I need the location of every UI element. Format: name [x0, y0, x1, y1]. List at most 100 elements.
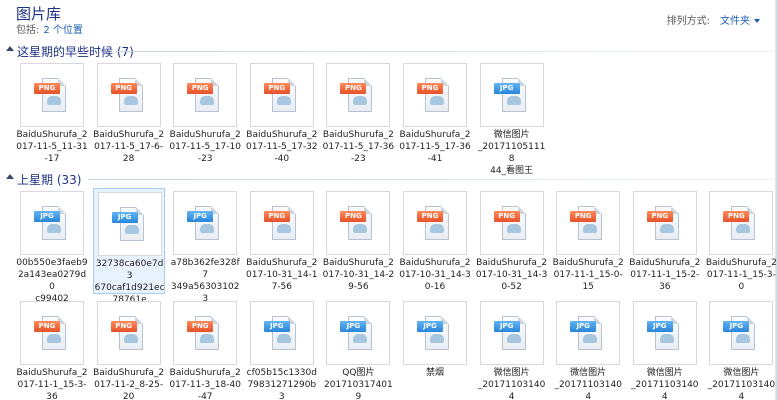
picture-glyph-icon [276, 334, 291, 343]
picture-glyph-icon [200, 224, 215, 233]
picture-glyph-icon [506, 96, 521, 105]
file-type-badge: PNG [723, 211, 750, 222]
file-thumbnail: JPG [249, 301, 314, 365]
file-thumbnail: JPG [556, 301, 621, 365]
file-tile[interactable]: JPGa78b362fe328f7 349a563031023 ae91b [169, 188, 241, 316]
image-file-icon: JPG [723, 316, 756, 350]
file-tile[interactable]: PNG BaiduShurufa_2 017-11-3_18-40 -47 [169, 298, 241, 400]
picture-glyph-icon [430, 224, 444, 233]
chevron-down-icon [754, 19, 760, 23]
file-type-badge: JPG [570, 321, 597, 332]
image-file-icon: PNG [417, 206, 449, 240]
file-tile[interactable]: PNG BaiduShurufa_2 017-10-31_14-3 0-16 [399, 188, 471, 294]
file-thumbnail: PNG [173, 301, 238, 365]
file-name: BaiduShurufa_2 017-10-31_14-3 0-16 [399, 258, 471, 292]
file-name: BaiduShurufa_2 017-11-5_11-31 -17 [16, 130, 88, 164]
file-thumbnail: PNG [96, 301, 161, 365]
group-header[interactable]: 这星期的早些时候 (7) [0, 42, 778, 60]
file-type-badge: PNG [187, 83, 214, 94]
collapse-arrow-icon[interactable] [6, 174, 14, 179]
file-thumbnail: JPG [479, 63, 544, 127]
file-thumbnail: PNG [173, 63, 238, 127]
file-name: BaiduShurufa_2 017-11-1_15-2- 36 [629, 258, 701, 292]
file-tile[interactable]: JPG 32738ca60e7d3 670caf1d921ec 78761e [92, 188, 165, 305]
file-name: BaiduShurufa_2 017-10-31_14-1 7-56 [246, 258, 318, 292]
file-tile[interactable]: PNG BaiduShurufa_2 017-10-31_14-3 0-52 [476, 188, 548, 294]
file-name: BaiduShurufa_2 017-11-1_15-3- 0 [705, 258, 777, 292]
file-type-badge: JPG [417, 321, 443, 332]
file-tile[interactable]: PNG BaiduShurufa_2 017-11-1_15-0- 15 [552, 188, 624, 294]
file-tile[interactable]: JPG cf05b15c1330d 79831271290b3 fd49dc [246, 298, 318, 400]
picture-glyph-icon [659, 224, 674, 233]
file-tile[interactable]: PNG BaiduShurufa_2 017-10-31_14-2 9-56 [322, 188, 394, 294]
file-name: BaiduShurufa_2 017-11-5_17-10 -23 [169, 130, 241, 164]
image-file-icon: PNG [340, 206, 373, 240]
picture-glyph-icon [200, 334, 215, 343]
file-tile[interactable]: PNG BaiduShurufa_2 017-11-2_8-25- 20 [93, 298, 165, 400]
file-tile[interactable]: PNG BaiduShurufa_2 017-11-5_17-32 -40 [246, 60, 318, 166]
file-tile[interactable]: PNG BaiduShurufa_2 017-11-5_17-10 -23 [169, 60, 241, 166]
image-file-icon: JPG [570, 316, 603, 350]
file-type-badge: PNG [340, 211, 367, 222]
file-name: BaiduShurufa_2 017-11-1_15-0- 15 [552, 258, 624, 292]
file-tile[interactable]: PNG BaiduShurufa_2 017-11-5_17-36 -23 [322, 60, 394, 166]
file-tile[interactable]: JPG 微信图片 _201711031404 291 [629, 298, 701, 400]
file-thumbnail: PNG [479, 191, 544, 255]
file-type-badge: PNG [570, 211, 597, 222]
file-tile[interactable]: PNG BaiduShurufa_2 017-11-1_15-3- 36 [16, 298, 88, 400]
picture-glyph-icon [583, 334, 598, 343]
library-includes: 包括: 2 个位置 [16, 21, 83, 36]
file-type-badge: JPG [340, 321, 367, 332]
picture-glyph-icon [200, 96, 215, 105]
file-thumbnail: JPG [173, 191, 238, 255]
file-tile[interactable]: JPG 微信图片 _201711031404 29 [476, 298, 548, 400]
file-thumbnail: PNG [96, 63, 161, 127]
locations-link[interactable]: 2 个位置 [43, 25, 83, 36]
file-type-badge: JPG [493, 83, 520, 94]
file-thumbnail: JPG [709, 301, 774, 365]
file-tile[interactable]: JPG 00b550e3faeb9 2a143ea0279d0 c99402 [16, 188, 88, 304]
image-file-icon: JPG [417, 316, 449, 350]
file-tile[interactable]: PNG BaiduShurufa_2 017-10-31_14-1 7-56 [246, 188, 318, 294]
arrange-by-label: 排列方式: [666, 16, 710, 27]
image-file-icon: PNG [570, 206, 603, 240]
file-thumbnail: PNG [249, 63, 314, 127]
image-file-icon: PNG [110, 316, 143, 350]
file-type-badge: PNG [417, 83, 443, 94]
file-tile[interactable]: PNG BaiduShurufa_2 017-11-1_15-2- 36 [629, 188, 701, 294]
file-name: 禁烟 [425, 368, 444, 378]
file-name: BaiduShurufa_2 017-10-31_14-2 9-56 [322, 258, 395, 292]
file-type-badge: PNG [263, 83, 290, 94]
picture-glyph-icon [353, 96, 368, 105]
file-tile[interactable]: JPG 微信图片 _201711031404 291 [552, 298, 624, 400]
group-divider [116, 51, 774, 52]
image-file-icon: PNG [110, 78, 143, 112]
group-header[interactable]: 上星期 (33) [0, 170, 778, 188]
library-header: 图片库 包括: 2 个位置 排列方式: 文件夹 [0, 0, 778, 36]
file-tile[interactable]: JPG 微信图片 _201711031404 292 [705, 298, 777, 400]
file-tile[interactable]: JPG 禁烟 [399, 298, 471, 400]
file-tile[interactable]: JPG 微信图片 _201711051118 44_看图王 [476, 60, 548, 176]
file-name: 微信图片 _201711031404 292 [707, 368, 776, 400]
file-type-badge: PNG [646, 211, 673, 222]
file-thumbnail: PNG [709, 191, 774, 255]
collapse-arrow-icon[interactable] [6, 46, 14, 51]
file-type-badge: PNG [187, 321, 214, 332]
file-tile[interactable]: PNG BaiduShurufa_2 017-11-5_17-6- 28 [93, 60, 165, 166]
group-label: 上星期 (33) [17, 173, 82, 187]
image-file-icon: JPG [340, 316, 373, 350]
file-thumbnail: PNG [632, 191, 697, 255]
file-tile[interactable]: PNG BaiduShurufa_2 017-11-5_17-36 -41 [399, 60, 471, 166]
file-tile[interactable]: PNG BaiduShurufa_2 017-11-1_15-3- 0 [705, 188, 777, 294]
arrange-by-dropdown[interactable]: 文件夹 [720, 16, 760, 27]
file-type-badge: JPG [263, 321, 290, 332]
file-type-badge: JPG [723, 321, 750, 332]
file-tile[interactable]: JPG QQ图片 2017103174019 9 [322, 298, 394, 400]
file-name: BaiduShurufa_2 017-11-5_17-32 -40 [246, 130, 318, 164]
file-tile[interactable]: PNG BaiduShurufa_2 017-11-5_11-31 -17 [16, 60, 88, 166]
image-file-icon: PNG [723, 206, 756, 240]
file-thumbnail: JPG [20, 191, 84, 255]
picture-glyph-icon [47, 334, 61, 343]
file-thumbnail: PNG [20, 63, 84, 127]
arrange-by-value: 文件夹 [720, 16, 750, 27]
